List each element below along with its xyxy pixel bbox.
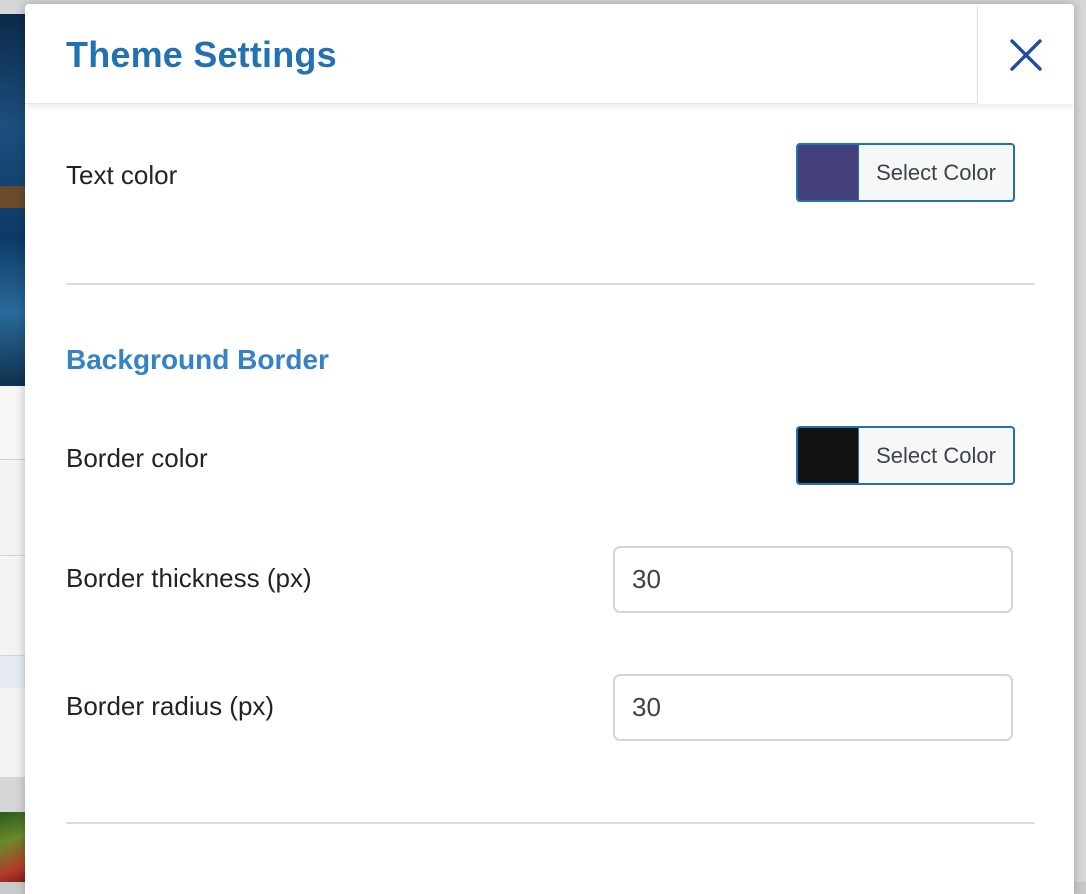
- backdrop-row: [0, 688, 26, 778]
- border-color-label: Border color: [66, 443, 208, 473]
- text-color-picker[interactable]: Select Color: [796, 143, 1015, 202]
- text-color-swatch[interactable]: [798, 145, 859, 200]
- backdrop-row: [0, 460, 26, 556]
- border-color-picker[interactable]: Select Color: [796, 426, 1015, 485]
- section-divider: [66, 822, 1035, 824]
- text-color-select-button[interactable]: Select Color: [859, 145, 1013, 200]
- backdrop-row: [0, 556, 26, 656]
- backdrop-image-detail: [0, 186, 26, 208]
- border-radius-label: Border radius (px): [66, 691, 275, 721]
- border-color-select-button[interactable]: Select Color: [859, 428, 1013, 483]
- close-button[interactable]: [977, 6, 1074, 104]
- close-icon: [1010, 39, 1042, 71]
- text-color-label: Text color: [66, 160, 178, 190]
- modal-header: Theme Settings: [25, 4, 1074, 104]
- section-divider: [66, 283, 1035, 285]
- theme-settings-modal: Theme Settings Text color Select Color B…: [25, 4, 1074, 894]
- border-color-swatch[interactable]: [798, 428, 859, 483]
- background-border-heading: Background Border: [66, 344, 329, 375]
- backdrop-row-highlight: [0, 656, 26, 688]
- border-thickness-label: Border thickness (px): [66, 563, 312, 593]
- modal-title: Theme Settings: [66, 34, 337, 75]
- border-radius-input[interactable]: [613, 674, 1013, 741]
- border-thickness-input[interactable]: [613, 546, 1013, 613]
- backdrop-photo: [0, 812, 26, 882]
- backdrop-caption: [0, 386, 26, 460]
